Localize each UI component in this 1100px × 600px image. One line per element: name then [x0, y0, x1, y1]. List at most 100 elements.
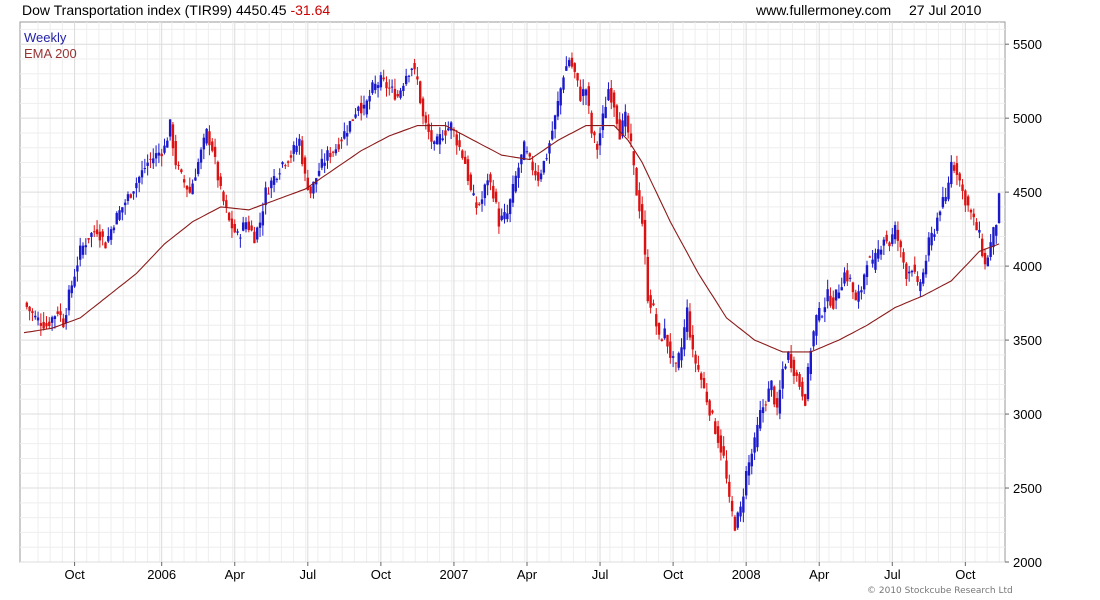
- price-bar-down: [570, 57, 574, 67]
- price-bar-down: [697, 364, 700, 370]
- price-bar-down: [643, 219, 647, 255]
- price-bar-up: [784, 366, 787, 369]
- price-bar-up: [874, 252, 877, 270]
- price-bar-down: [626, 115, 630, 133]
- price-bar-up: [480, 199, 484, 204]
- price-bar-down: [188, 186, 191, 193]
- price-bar-down: [669, 341, 672, 358]
- price-bar-up: [402, 85, 405, 92]
- x-tick-label: Oct: [371, 567, 392, 582]
- x-tick-label: Oct: [955, 567, 976, 582]
- price-bar-down: [632, 151, 635, 166]
- price-bar-down: [382, 77, 385, 80]
- price-bar-up: [371, 82, 374, 94]
- price-bar-down: [413, 63, 416, 70]
- price-bar-up: [806, 366, 810, 400]
- price-bar-up: [511, 184, 515, 203]
- price-bar-up: [834, 289, 838, 301]
- price-bar-up: [778, 389, 782, 414]
- price-bar-down: [180, 169, 183, 173]
- price-bar-down: [652, 303, 655, 306]
- x-tick-label: Apr: [517, 567, 538, 582]
- y-tick-label: 5000: [1013, 111, 1042, 126]
- price-bar-up: [135, 183, 138, 189]
- price-bar-up: [770, 380, 773, 391]
- price-bar-up: [146, 162, 149, 166]
- price-bar-down: [803, 394, 807, 406]
- price-bar-down: [303, 157, 307, 174]
- price-bar-down: [59, 311, 62, 316]
- price-bar-up: [278, 173, 281, 175]
- price-bar-up: [168, 119, 172, 137]
- x-tick-label: Apr: [809, 567, 830, 582]
- price-bar-down: [590, 112, 593, 134]
- price-bar-up: [812, 331, 815, 347]
- price-bar-up: [986, 257, 990, 267]
- price-bar-down: [329, 152, 332, 158]
- price-bar-up: [272, 176, 276, 185]
- price-bar-down: [660, 339, 664, 341]
- price-bar-up: [202, 137, 206, 150]
- price-bar-down: [56, 311, 59, 314]
- price-bar-up: [525, 151, 529, 153]
- price-bar-down: [618, 119, 621, 140]
- price-bar-up: [320, 158, 324, 168]
- price-bar-down: [655, 314, 658, 327]
- price-bar-up: [997, 193, 1001, 223]
- price-bar-down: [416, 76, 419, 80]
- price-bar-down: [95, 229, 99, 235]
- price-bar-up: [84, 245, 88, 248]
- price-bar-down: [267, 193, 270, 195]
- price-bar-down: [253, 231, 256, 244]
- price-bar-up: [508, 199, 512, 215]
- price-bar-down: [629, 133, 633, 142]
- price-bar-up: [205, 128, 208, 144]
- price-bar-up: [140, 170, 144, 178]
- price-bar-up: [81, 245, 85, 255]
- price-bar-up: [584, 89, 588, 96]
- price-bar-down: [773, 386, 776, 405]
- price-bar-down: [227, 212, 231, 221]
- price-bar-up: [787, 352, 790, 360]
- price-bar-up: [143, 168, 147, 170]
- price-bar-down: [247, 221, 250, 231]
- price-bar-down: [340, 139, 343, 142]
- price-bar-up: [683, 327, 686, 350]
- price-bar-up: [860, 290, 863, 293]
- price-bar-down: [610, 88, 613, 103]
- price-bar-down: [657, 323, 661, 335]
- price-bar-down: [952, 165, 956, 171]
- price-bar-down: [795, 372, 798, 376]
- price-bar-down: [851, 282, 855, 293]
- price-bar-down: [185, 185, 189, 190]
- price-bar-up: [281, 162, 284, 165]
- price-bar-down: [360, 102, 363, 114]
- price-bar-down: [331, 151, 335, 153]
- price-bar-up: [334, 149, 338, 154]
- price-bar-up: [441, 138, 444, 141]
- price-bar-up: [823, 307, 827, 313]
- price-bar-up: [747, 462, 751, 476]
- price-bar-up: [539, 173, 543, 180]
- price-bar-down: [764, 404, 768, 406]
- price-bar-down: [531, 161, 534, 171]
- price-bar-down: [981, 238, 984, 257]
- price-bar-down: [385, 82, 388, 89]
- price-bar-up: [756, 424, 759, 448]
- price-bar-up: [239, 237, 242, 239]
- price-bar-down: [705, 391, 709, 403]
- price-bar-down: [104, 242, 107, 249]
- price-bar-up: [907, 271, 911, 274]
- price-bar-up: [132, 191, 135, 194]
- price-bar-down: [300, 140, 304, 165]
- price-bar-down: [396, 93, 399, 97]
- legend-ema: EMA 200: [24, 46, 77, 61]
- price-bar-up: [742, 496, 745, 513]
- price-bar-up: [50, 317, 54, 323]
- price-bar-up: [744, 471, 748, 496]
- price-bar-down: [213, 146, 217, 157]
- price-bar-up: [194, 177, 197, 181]
- price-bar-up: [399, 90, 402, 98]
- price-bar-up: [483, 184, 487, 199]
- price-bar-up: [607, 89, 610, 101]
